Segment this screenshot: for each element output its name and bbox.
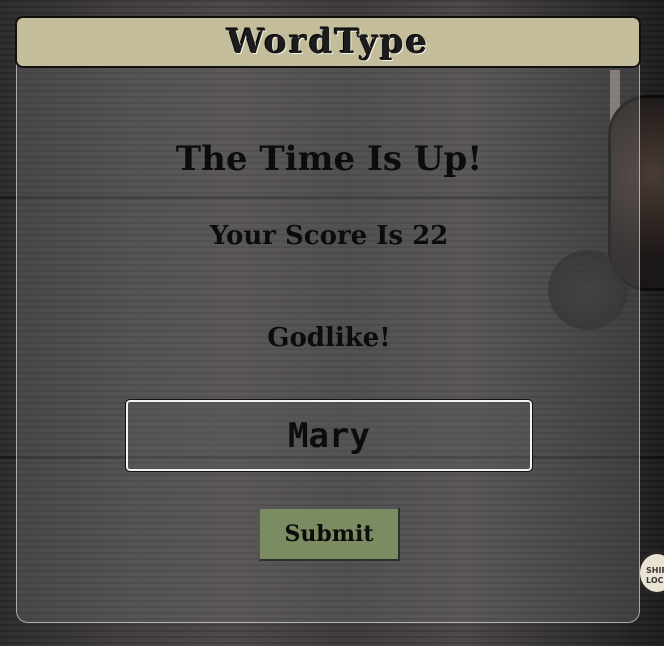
result-panel: The Time Is Up! Your Score Is 22 Godlike… — [16, 52, 640, 623]
app-header: WordType — [15, 16, 641, 68]
rank-text: Godlike! — [267, 323, 391, 353]
shift-lock-key-label: SHIFT LOCK — [646, 566, 664, 585]
player-name-input[interactable] — [125, 399, 533, 472]
shift-lock-key-decoration: SHIFT LOCK — [637, 551, 664, 595]
score-text: Your Score Is 22 — [209, 221, 449, 251]
time-up-heading: The Time Is Up! — [175, 139, 483, 179]
submit-button[interactable]: Submit — [258, 507, 400, 561]
app-title: WordType — [226, 22, 430, 62]
